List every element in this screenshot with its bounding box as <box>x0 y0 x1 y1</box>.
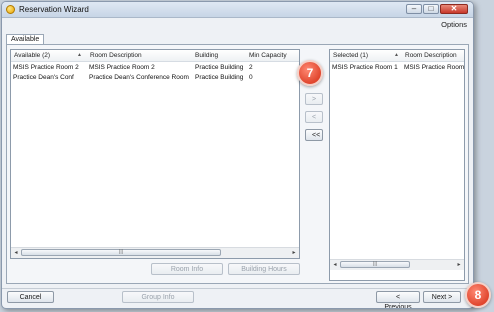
selected-row[interactable]: MSIS Practice Room 1 MSIS Practice Room <box>330 63 464 73</box>
close-button[interactable]: ✕ <box>440 4 468 14</box>
room-description-cell: MSIS Practice Room 2 <box>89 64 155 71</box>
available-row[interactable]: MSIS Practice Room 2 MSIS Practice Room … <box>11 63 299 73</box>
remove-all-button[interactable]: << <box>305 129 323 141</box>
column-header-selected[interactable]: Selected (1) <box>333 50 391 61</box>
room-description-cell: MSIS Practice Room <box>404 64 465 71</box>
building-hours-button[interactable]: Building Hours <box>228 263 300 275</box>
previous-button[interactable]: < Previous <box>376 291 420 308</box>
maximize-button[interactable]: □ <box>423 4 439 14</box>
remove-room-button[interactable]: < <box>305 111 323 123</box>
title-bar: Reservation Wizard – □ ✕ <box>2 2 473 18</box>
selected-rooms-list[interactable]: Selected (1) ▲ Room Description MSIS Pra… <box>329 49 465 281</box>
column-header-room-description[interactable]: Room Description <box>90 50 190 61</box>
column-header-room-description[interactable]: Room Description <box>405 50 464 61</box>
reservation-wizard-window: Reservation Wizard – □ ✕ Options Availab… <box>1 1 474 309</box>
scroll-left-arrow-icon[interactable]: ◂ <box>11 248 21 258</box>
room-description-cell: Practice Dean's Conference Room <box>89 74 189 81</box>
step-7-callout: 7 <box>297 60 323 86</box>
column-header-building[interactable]: Building <box>195 50 245 61</box>
minimize-button[interactable]: – <box>406 4 422 14</box>
scroll-thumb[interactable]: ||| <box>340 261 410 268</box>
column-header-available[interactable]: Available (2) <box>14 50 76 61</box>
available-tab-panel: Available (2) ▲ Room Description Buildin… <box>6 44 469 284</box>
building-cell: Practice Building <box>195 64 244 71</box>
building-cell: Practice Building <box>195 74 244 81</box>
window-title: Reservation Wizard <box>19 5 89 14</box>
group-info-button[interactable]: Group Info <box>122 291 194 303</box>
scroll-right-arrow-icon[interactable]: ▸ <box>454 260 464 270</box>
app-icon <box>6 5 15 14</box>
add-room-button[interactable]: > <box>305 93 323 105</box>
room-name-cell: MSIS Practice Room 2 <box>13 64 79 71</box>
available-rooms-list[interactable]: Available (2) ▲ Room Description Buildin… <box>10 49 300 259</box>
room-info-button[interactable]: Room Info <box>151 263 223 275</box>
min-capacity-cell: 0 <box>249 74 253 81</box>
sort-ascending-icon: ▲ <box>394 52 399 58</box>
footer-separator <box>2 288 473 289</box>
selected-list-header: Selected (1) ▲ Room Description <box>330 50 464 62</box>
scroll-left-arrow-icon[interactable]: ◂ <box>330 260 340 270</box>
available-row[interactable]: Practice Dean's Conf Practice Dean's Con… <box>11 73 299 83</box>
cancel-button[interactable]: Cancel <box>7 291 54 303</box>
room-name-cell: MSIS Practice Room 1 <box>332 64 398 71</box>
options-menu[interactable]: Options <box>441 20 467 29</box>
scroll-right-arrow-icon[interactable]: ▸ <box>289 248 299 258</box>
column-header-min-capacity[interactable]: Min Capacity <box>249 50 299 61</box>
available-list-header: Available (2) ▲ Room Description Buildin… <box>11 50 299 62</box>
sort-ascending-icon: ▲ <box>77 52 82 58</box>
selected-horizontal-scrollbar[interactable]: ◂ ||| ▸ <box>330 259 464 270</box>
next-button[interactable]: Next > <box>423 291 461 303</box>
min-capacity-cell: 2 <box>249 64 253 71</box>
available-horizontal-scrollbar[interactable]: ◂ ||| ▸ <box>11 247 299 258</box>
step-8-callout: 8 <box>465 282 491 308</box>
room-name-cell: Practice Dean's Conf <box>13 74 74 81</box>
scroll-thumb[interactable]: ||| <box>21 249 221 256</box>
